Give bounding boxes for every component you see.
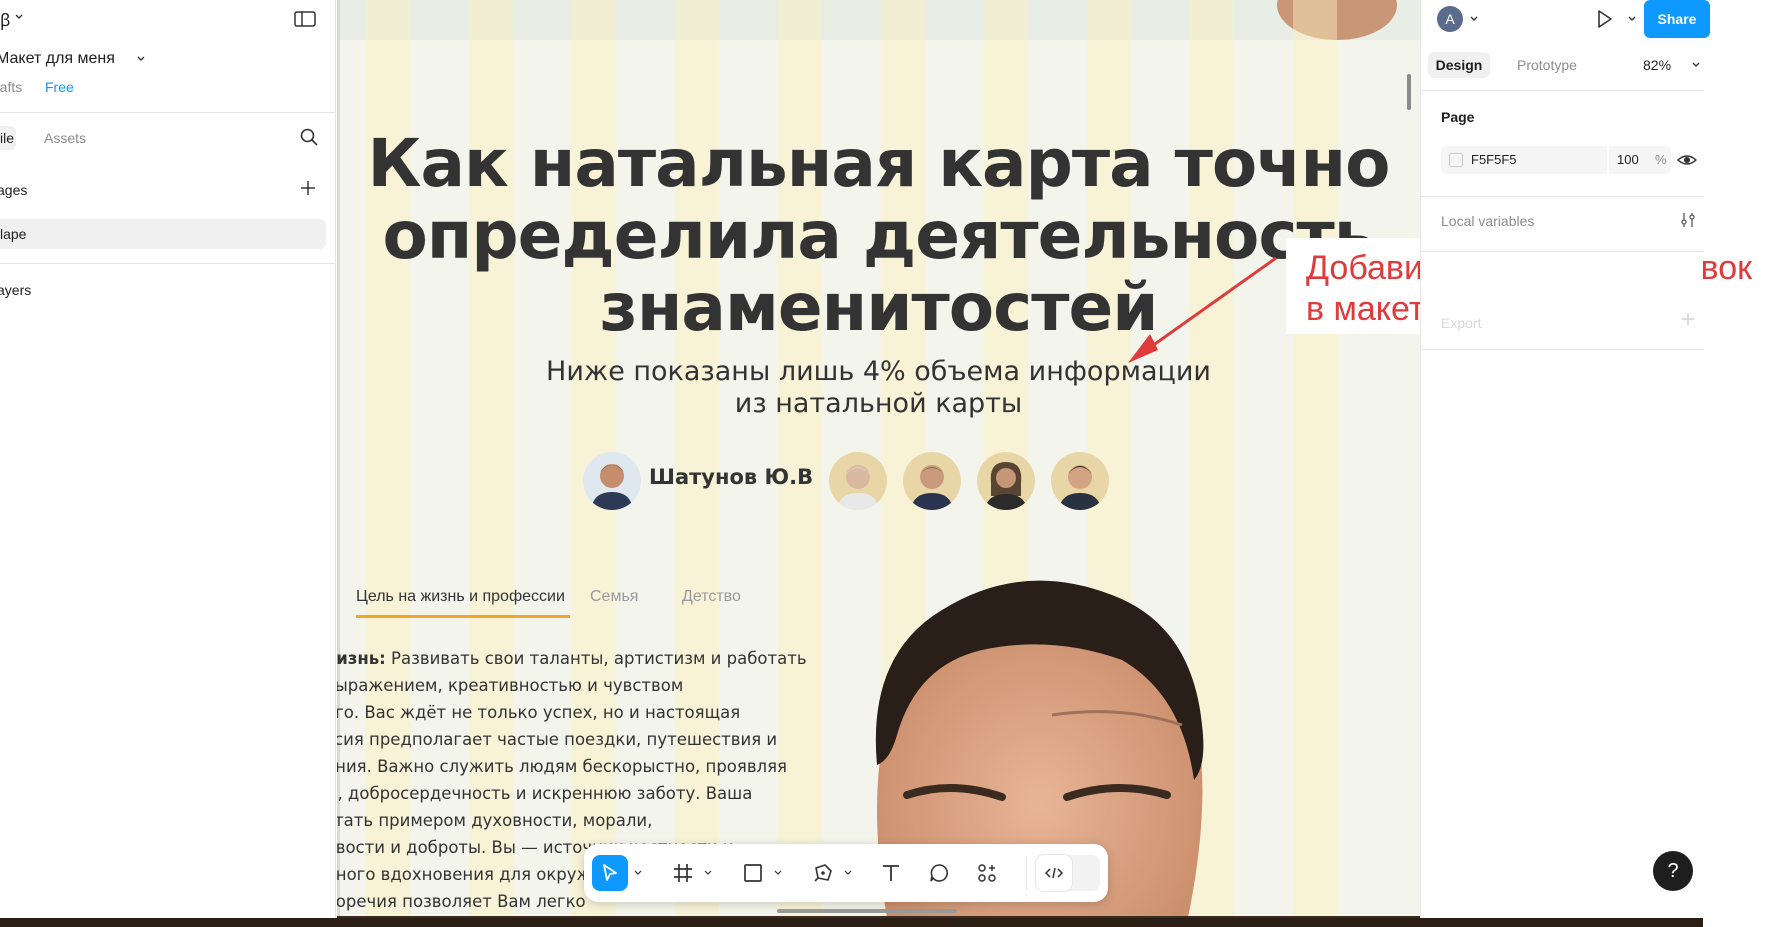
zoom-chevron-icon[interactable] — [1691, 61, 1701, 69]
logo-chevron-down-icon[interactable] — [14, 12, 24, 22]
pen-tool-button[interactable] — [808, 858, 838, 888]
subtitle-line: из натальной карты — [734, 388, 1023, 419]
file-menu-chevron-icon[interactable] — [136, 54, 146, 64]
comment-tool-button[interactable] — [924, 858, 954, 888]
pen-icon — [814, 864, 832, 882]
annotation-arrow — [1128, 256, 1277, 363]
figma-logo-icon[interactable]: ꞵ — [0, 8, 11, 31]
move-tool-button[interactable] — [592, 855, 628, 891]
present-chevron-icon[interactable] — [1627, 15, 1637, 23]
color-swatch[interactable] — [1449, 153, 1463, 167]
search-icon[interactable] — [299, 127, 319, 147]
add-page-icon[interactable] — [299, 179, 317, 197]
divider — [1421, 251, 1704, 252]
avatar[interactable] — [903, 452, 961, 510]
fill-opacity-value[interactable]: 100 — [1617, 152, 1639, 167]
body-line: кизнь: Развивать свои таланты, артистизм… — [337, 645, 807, 672]
body-line-rest: Развивать свои таланты, артистизм и рабо… — [385, 649, 807, 668]
avatar[interactable] — [583, 452, 641, 510]
tab-file[interactable]: ile — [0, 126, 16, 150]
code-icon — [1044, 867, 1064, 879]
opacity-unit: % — [1655, 152, 1667, 167]
local-variables-label[interactable]: Local variables — [1441, 213, 1534, 229]
frame-tool-chevron-icon[interactable] — [704, 870, 712, 876]
person-name: Шатунов Ю.В — [649, 465, 814, 489]
move-tool-chevron-icon[interactable] — [634, 870, 642, 876]
body-line: ения. Важно служить людям бескорыстно, п… — [337, 757, 787, 776]
divider — [0, 263, 335, 264]
body-bold-prefix: кизнь: — [337, 649, 386, 668]
sidebar-toggle-icon[interactable] — [294, 10, 316, 28]
frame-icon — [674, 864, 692, 882]
tab-prototype[interactable]: Prototype — [1517, 57, 1577, 73]
headline-line: Как натальная карта точно — [367, 125, 1391, 202]
cursor-arrow-icon — [603, 864, 617, 881]
divider — [1421, 90, 1704, 91]
frame-tool-button[interactable] — [668, 858, 698, 888]
fill-hex-value[interactable]: F5F5F5 — [1471, 152, 1517, 167]
pen-tool-chevron-icon[interactable] — [844, 870, 852, 876]
variables-settings-icon[interactable] — [1679, 211, 1697, 229]
comment-icon — [930, 864, 948, 882]
body-line: выражением, креативностью и чувством — [337, 676, 684, 695]
text-icon — [883, 865, 899, 881]
help-button[interactable]: ? — [1653, 851, 1693, 891]
active-tab-indicator — [356, 615, 570, 618]
page-fill-field[interactable]: F5F5F5 100 % — [1441, 146, 1671, 174]
tab-childhood[interactable]: Детство — [682, 588, 741, 606]
add-export-icon[interactable] — [1681, 312, 1695, 326]
divider — [1421, 349, 1704, 350]
share-button[interactable]: Share — [1644, 0, 1710, 38]
export-label[interactable]: Export — [1441, 315, 1481, 331]
body-line: стать примером духовности, морали, — [337, 811, 653, 830]
drafts-link[interactable]: rafts — [0, 79, 22, 95]
body-line: ого. Вас ждёт не только успех, но и наст… — [337, 703, 741, 722]
body-line: ссия предполагает частые поездки, путеше… — [337, 730, 778, 749]
tab-assets[interactable]: Assets — [44, 130, 86, 146]
page-list-item[interactable]: lape — [0, 219, 326, 249]
avatar[interactable] — [977, 452, 1035, 510]
window-bottom-edge — [0, 918, 1703, 927]
vertical-scrollbar[interactable] — [1407, 74, 1411, 110]
tab-goal[interactable]: Цель на жизнь и профессии — [356, 588, 565, 606]
shape-tool-button[interactable] — [738, 858, 768, 888]
layers-heading: ayers — [0, 282, 32, 298]
actions-tool-button[interactable] — [972, 858, 1002, 888]
plan-badge[interactable]: Free — [45, 79, 74, 95]
divider — [1421, 196, 1704, 197]
toolbar-divider — [1026, 856, 1027, 890]
file-title[interactable]: Макет для меня — [0, 50, 115, 68]
tab-design[interactable]: Design — [1428, 52, 1490, 78]
avatar[interactable] — [829, 452, 887, 510]
field-divider — [1607, 146, 1609, 174]
shape-tool-chevron-icon[interactable] — [774, 870, 782, 876]
pages-heading: ages — [0, 182, 28, 198]
zoom-level[interactable]: 82% — [1643, 57, 1671, 73]
components-icon — [978, 864, 996, 882]
floating-toolbar — [584, 844, 1108, 902]
divider — [0, 112, 335, 113]
dev-mode-toggle[interactable] — [1036, 855, 1100, 891]
present-play-icon[interactable] — [1593, 8, 1615, 30]
text-tool-button[interactable] — [876, 858, 906, 888]
right-panel: A Share Design Prototype 82% Page F5F5F5… — [1420, 0, 1710, 918]
left-panel: ꞵ Макет для меня rafts Free ile Assets a… — [0, 0, 336, 927]
tab-family[interactable]: Семья — [590, 588, 638, 606]
avatar[interactable] — [1051, 452, 1109, 510]
rectangle-icon — [744, 864, 762, 882]
eye-icon[interactable] — [1677, 150, 1697, 170]
user-menu-chevron-icon[interactable] — [1469, 15, 1479, 23]
body-line: м, добросердечность и искреннюю заботу. … — [337, 784, 753, 803]
frame-top-strip — [337, 0, 1420, 40]
design-canvas[interactable]: Как натальная карта точно определила дея… — [337, 0, 1420, 918]
user-avatar[interactable]: A — [1437, 6, 1463, 32]
page-section-heading: Page — [1441, 109, 1475, 125]
horizontal-scrollbar[interactable] — [777, 909, 957, 913]
